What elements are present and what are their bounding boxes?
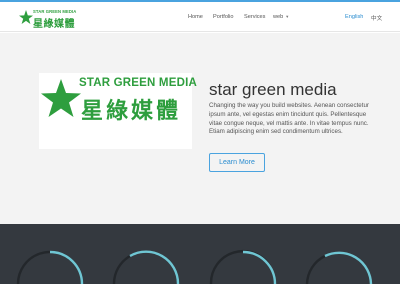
site-logo[interactable]: STAR GREEN MEDIA 星綠媒體: [19, 8, 77, 30]
hero-logo-text-zh: 星綠媒體: [81, 98, 182, 123]
star-logo-icon: [41, 79, 81, 117]
nav-portfolio[interactable]: Portfolio: [213, 14, 234, 20]
hero-logo-image: STAR GREEN MEDIA 星綠媒體: [39, 73, 197, 149]
logo-text-en: STAR GREEN MEDIA: [33, 9, 77, 14]
hero-description: Changing the way you build websites. Aen…: [209, 102, 369, 136]
lang-english[interactable]: English: [345, 14, 363, 20]
progress-ring-2-arc: [129, 250, 180, 284]
progress-ring-3-arc: [242, 250, 277, 284]
progress-ring-1-arc: [49, 250, 84, 284]
site-header: STAR GREEN MEDIA 星綠媒體 Home Portfolio Ser…: [0, 2, 400, 32]
nav-web-dropdown[interactable]: web ▼: [273, 14, 289, 20]
progress-ring-3: [209, 249, 272, 284]
hero-title: star green media: [209, 80, 337, 99]
star-logo-icon: [19, 10, 33, 24]
hero-logo-text-en: STAR GREEN MEDIA: [79, 77, 197, 89]
nav-services[interactable]: Services: [244, 14, 265, 20]
progress-ring-4-arc: [324, 251, 373, 284]
learn-more-button[interactable]: Learn More: [209, 153, 265, 172]
progress-ring-4: [305, 254, 326, 284]
lang-chinese[interactable]: 中文: [371, 14, 382, 22]
stats-section: [0, 224, 400, 284]
nav-web-label: web: [273, 14, 284, 20]
progress-ring-2: [112, 254, 131, 284]
nav-home[interactable]: Home: [188, 14, 203, 20]
caret-down-icon: ▼: [285, 14, 290, 19]
logo-text-zh: 星綠媒體: [33, 19, 75, 30]
